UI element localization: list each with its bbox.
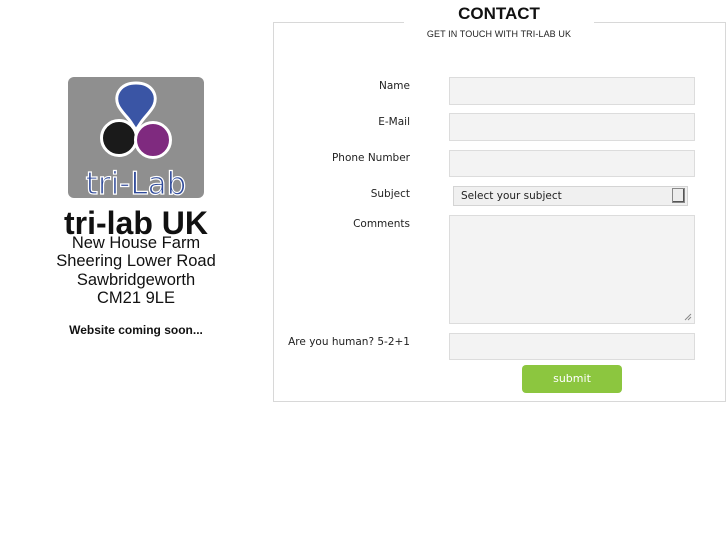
address-line: Sawbridgeworth <box>76 270 196 289</box>
subject-label: Subject <box>370 188 410 200</box>
email-label: E-Mail <box>378 116 410 128</box>
email-input[interactable] <box>449 113 695 141</box>
address-line: New House Farm <box>71 234 201 252</box>
subject-select[interactable]: Select your subject <box>453 186 688 206</box>
address-line: Sheering Lower Road <box>56 252 216 271</box>
company-address: New House Farm Sheering Lower Road Sawbr… <box>0 234 272 307</box>
subject-selected-value: Select your subject <box>461 190 562 202</box>
svg-text:tri-Lab: tri-Lab <box>86 166 187 198</box>
comments-textarea[interactable] <box>449 215 695 324</box>
contact-header: CONTACT GET IN TOUCH WITH TRI-LAB UK <box>404 4 594 39</box>
captcha-label: Are you human? 5-2+1 <box>288 336 410 348</box>
name-input[interactable] <box>449 77 695 105</box>
name-label: Name <box>379 80 410 92</box>
contact-subtitle: GET IN TOUCH WITH TRI-LAB UK <box>426 29 572 39</box>
comments-label: Comments <box>353 218 410 230</box>
submit-button[interactable]: submit <box>522 365 622 393</box>
dropdown-arrow-icon[interactable] <box>672 188 685 203</box>
phone-label: Phone Number <box>331 152 410 164</box>
contact-title: CONTACT <box>458 4 540 23</box>
phone-input[interactable] <box>449 150 695 177</box>
resize-grip-icon[interactable] <box>684 313 692 321</box>
captcha-input[interactable] <box>449 333 695 360</box>
address-line: CM21 9LE <box>97 288 175 307</box>
tri-lab-logo: tri-Lab <box>68 77 204 198</box>
coming-soon-text: Website coming soon... <box>69 323 203 337</box>
